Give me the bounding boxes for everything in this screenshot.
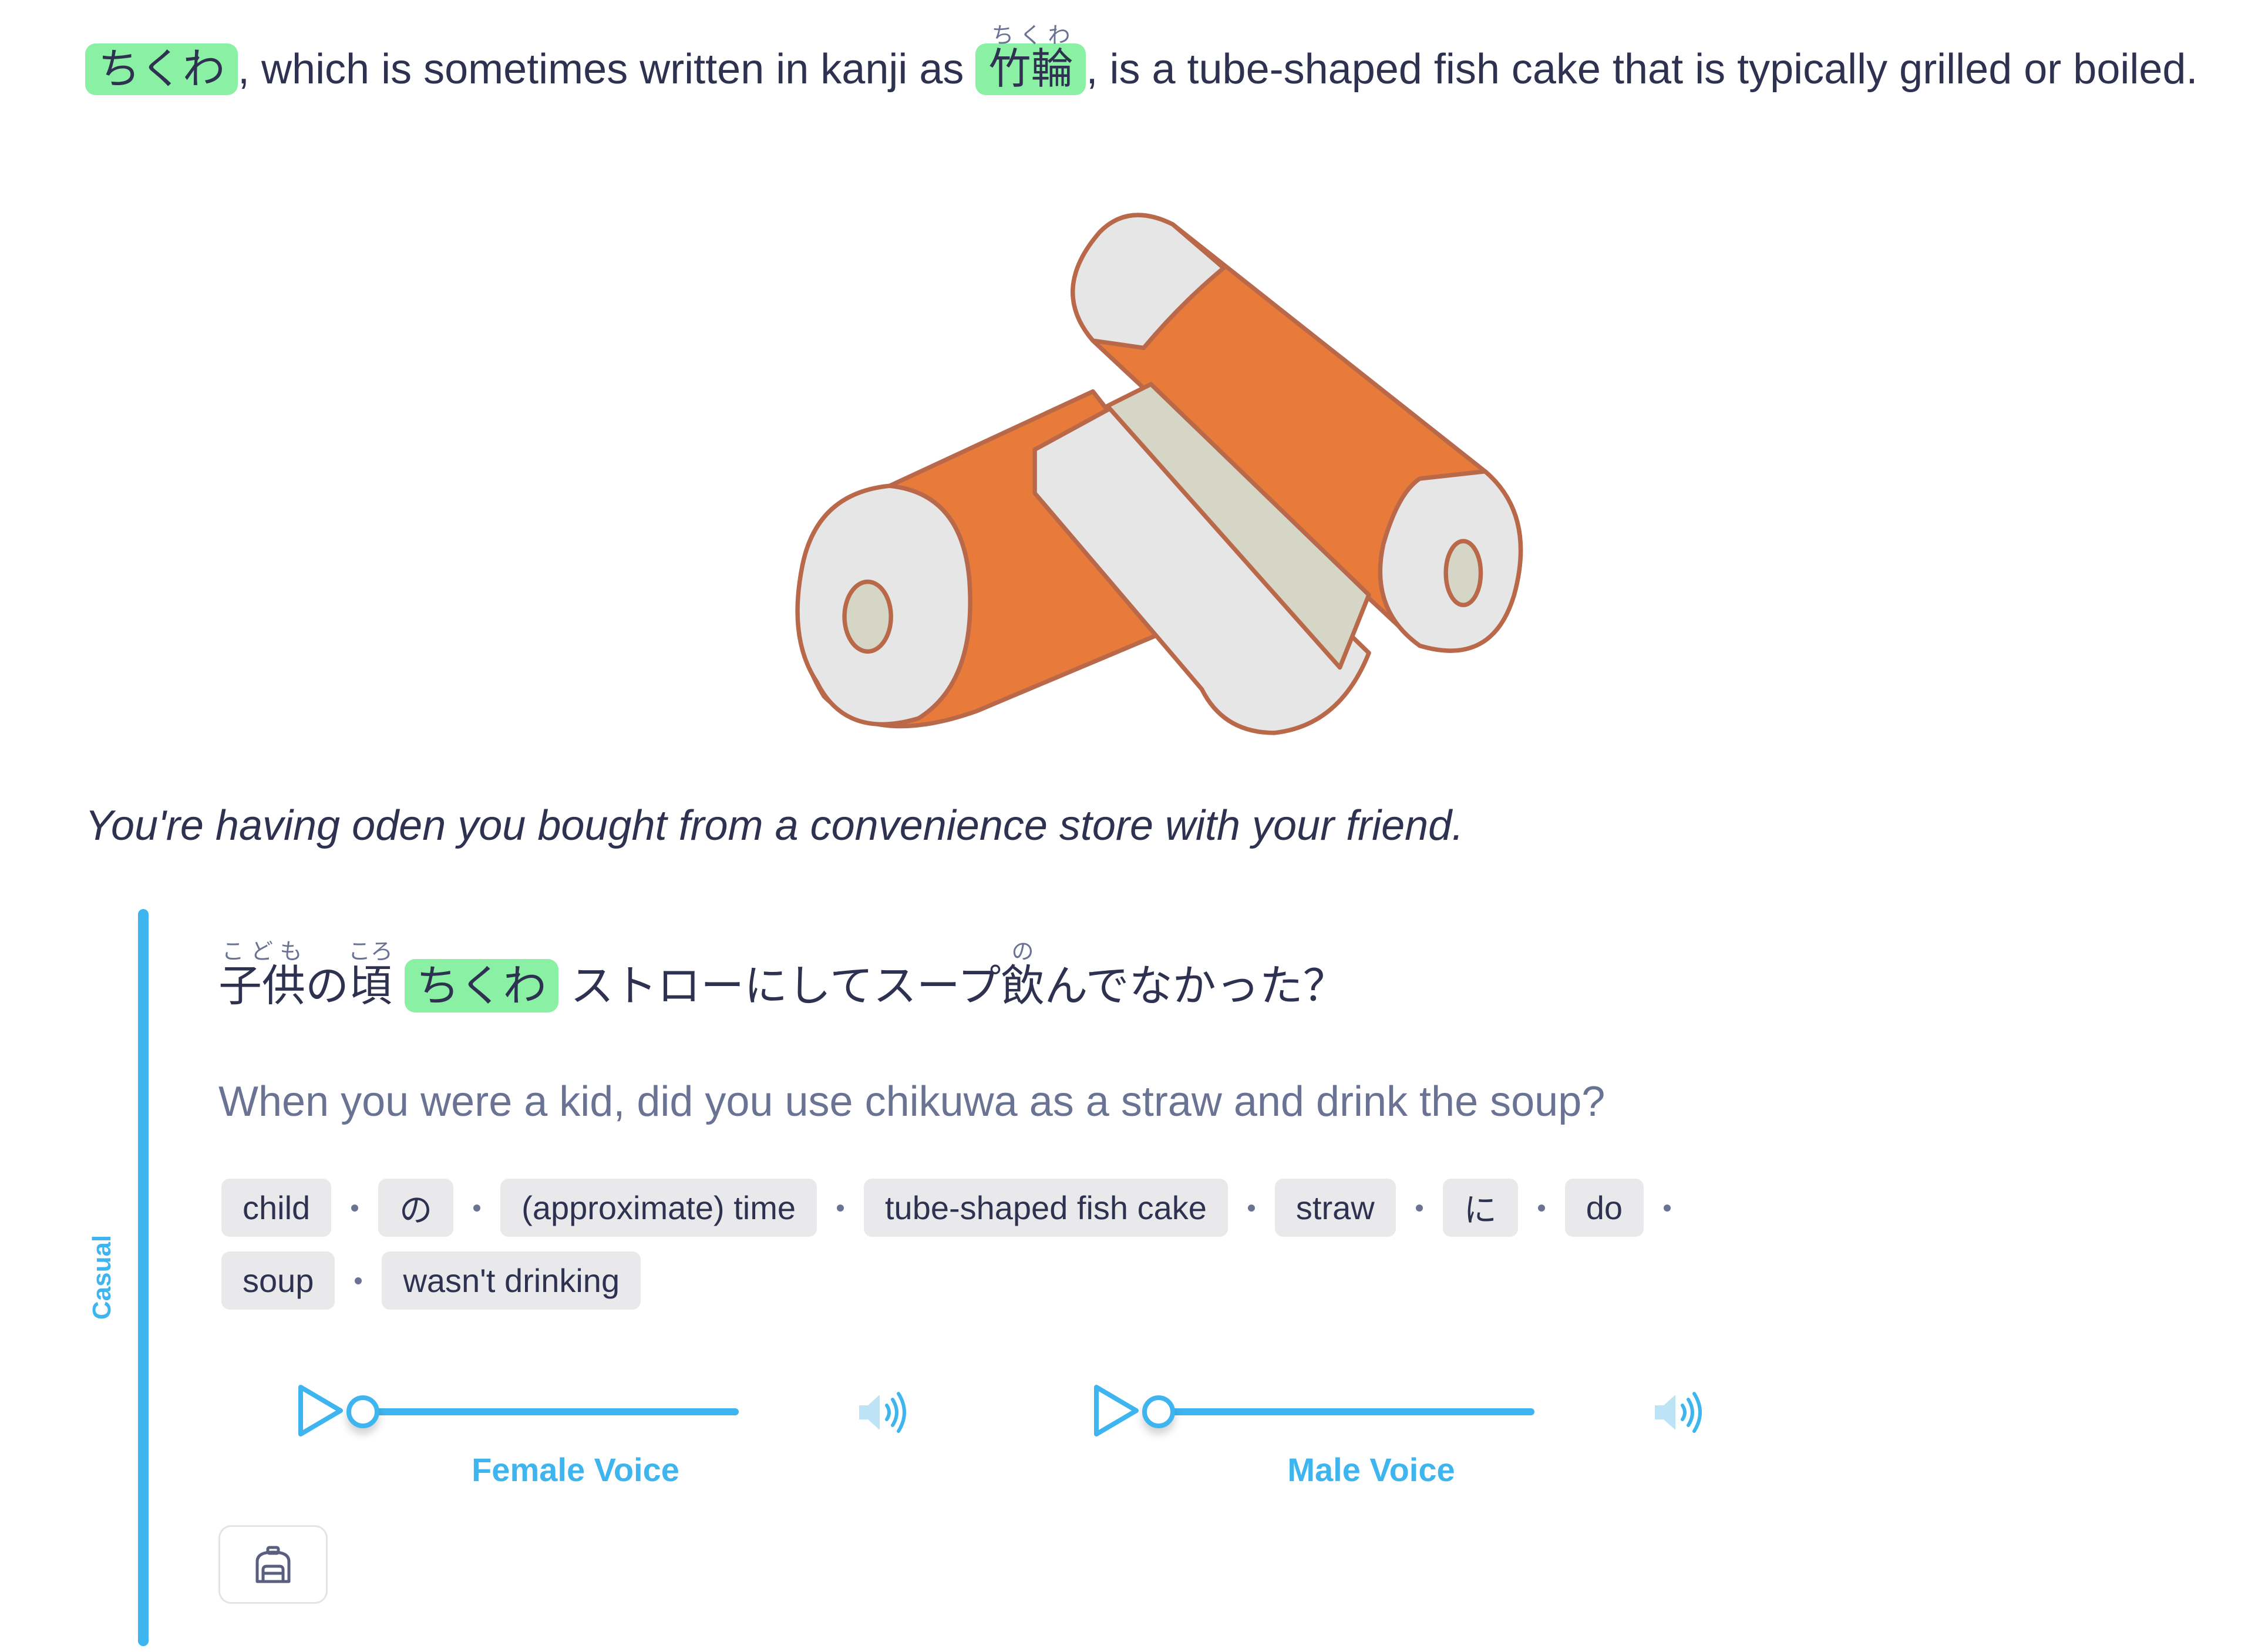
word-chip[interactable]: soup: [221, 1251, 335, 1310]
separator-dot: [836, 1204, 844, 1212]
separator-dot: [473, 1204, 481, 1212]
sentence-middle: ストローにしてスープ: [570, 961, 1001, 1010]
kodomo-reading: こども: [218, 940, 305, 964]
save-to-backpack-button[interactable]: [218, 1525, 328, 1604]
intro-text-2: , is a tube-shaped fish cake that is typ…: [1086, 46, 2198, 93]
word-chip[interactable]: do: [1564, 1179, 1644, 1237]
kanji-text: 竹輪: [988, 46, 1073, 93]
word-chip[interactable]: (approximate) time: [500, 1179, 817, 1237]
play-icon[interactable]: [1089, 1381, 1142, 1440]
example-accent-bar: [138, 909, 149, 1646]
word-chip[interactable]: wasn't drinking: [382, 1251, 641, 1310]
word-chip[interactable]: の: [378, 1179, 454, 1237]
english-translation: When you were a kid, did you use chikuwa…: [218, 1078, 1606, 1125]
separator-dot: [1664, 1204, 1671, 1212]
separator-dot: [1247, 1204, 1255, 1212]
separator-dot: [1415, 1204, 1423, 1212]
register-label: Casual: [87, 1234, 116, 1320]
intro-paragraph: ちくわ, which is sometimes written in kanji…: [85, 23, 2223, 102]
scene-description: You're having oden you bought from a con…: [85, 802, 1464, 849]
word-chip[interactable]: straw: [1274, 1179, 1396, 1237]
koro-reading: ころ: [348, 940, 393, 964]
audio-player-female: Female Voice: [223, 1368, 928, 1498]
word-breakdown: child の (approximate) time tube-shaped f…: [221, 1179, 1748, 1310]
word-chip[interactable]: tube-shaped fish cake: [863, 1179, 1228, 1237]
audio-progress-handle[interactable]: [1142, 1395, 1175, 1428]
word-kodomo[interactable]: 子供こども: [218, 940, 305, 1010]
intro-text-1: , which is sometimes written in kanji as: [238, 46, 976, 93]
voice-label: Female Voice: [472, 1451, 679, 1488]
chikuwa-illustration: [795, 213, 1523, 735]
japanese-sentence: 子供こどもの頃ころ ちくわ ストローにしてスープ飲のんでなかった？: [218, 940, 1347, 1027]
backpack-icon: [255, 1546, 291, 1583]
word-no[interactable]: の: [305, 961, 349, 1010]
audio-player-male: Male Voice: [1019, 1368, 1724, 1498]
word-koro[interactable]: 頃ころ: [348, 940, 393, 1010]
word-nomu[interactable]: 飲の: [1001, 940, 1045, 1010]
audio-progress-track[interactable]: [1159, 1408, 1534, 1415]
play-icon[interactable]: [294, 1381, 346, 1440]
koro-text: 頃: [348, 961, 393, 1010]
word-chip[interactable]: に: [1442, 1179, 1518, 1237]
nomu-reading: の: [1001, 940, 1045, 964]
kodomo-text: 子供: [218, 961, 305, 1010]
volume-icon[interactable]: [1652, 1389, 1705, 1436]
audio-progress-handle[interactable]: [346, 1395, 379, 1428]
sentence-tail: んでなかった？: [1044, 961, 1347, 1010]
vocab-highlight[interactable]: ちくわ: [85, 43, 238, 95]
kanji-reading: ちくわ: [988, 23, 1073, 48]
audio-progress-track[interactable]: [363, 1408, 739, 1415]
separator-dot: [351, 1204, 359, 1212]
separator-dot: [1537, 1204, 1545, 1212]
separator-dot: [355, 1277, 362, 1284]
volume-icon[interactable]: [856, 1389, 909, 1436]
kanji-highlight[interactable]: 竹輪ちくわ: [975, 23, 1086, 95]
voice-label: Male Voice: [1287, 1451, 1455, 1488]
nomu-text: 飲: [1001, 961, 1045, 1010]
word-chip[interactable]: child: [221, 1179, 332, 1237]
vocab-highlight[interactable]: ちくわ: [404, 959, 558, 1012]
